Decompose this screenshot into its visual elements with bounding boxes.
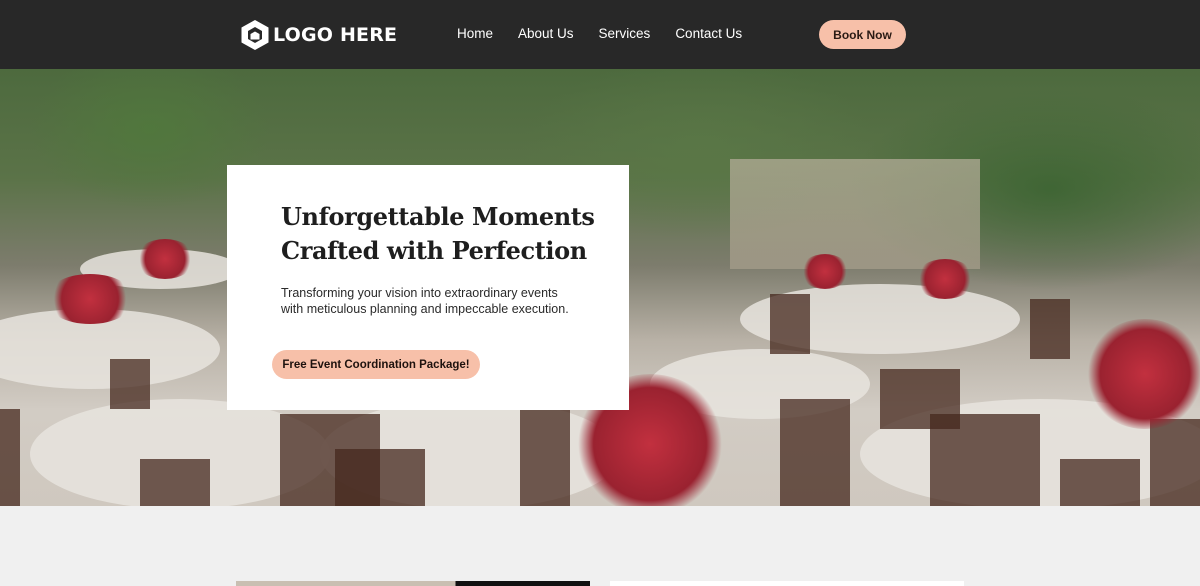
section-image (236, 581, 590, 586)
hero-section: Unforgettable Moments Crafted with Perfe… (0, 69, 1200, 506)
content-section (0, 506, 1200, 586)
main-nav: Home About Us Services Contact Us (457, 25, 767, 43)
nav-services[interactable]: Services (599, 25, 651, 43)
site-header: LOGO HERE Home About Us Services Contact… (0, 0, 1200, 69)
logo-text: LOGO HERE (273, 24, 398, 46)
nav-about-us[interactable]: About Us (518, 25, 574, 43)
hero-title-line-1: Unforgettable Moments (281, 202, 595, 231)
book-now-button[interactable]: Book Now (819, 20, 906, 49)
logo[interactable]: LOGO HERE (239, 19, 397, 51)
hero-title-line-2: Crafted with Perfection (281, 236, 587, 265)
hero-subtitle: Transforming your vision into extraordin… (281, 286, 569, 316)
hero-card: Unforgettable Moments Crafted with Perfe… (227, 165, 629, 410)
nav-contact-us[interactable]: Contact Us (675, 25, 742, 43)
nav-home[interactable]: Home (457, 25, 493, 43)
hexagon-house-icon (241, 20, 269, 50)
hero-title: Unforgettable Moments Crafted with Perfe… (281, 200, 601, 268)
section-panel (610, 581, 964, 586)
free-event-package-button[interactable]: Free Event Coordination Package! (272, 350, 480, 379)
